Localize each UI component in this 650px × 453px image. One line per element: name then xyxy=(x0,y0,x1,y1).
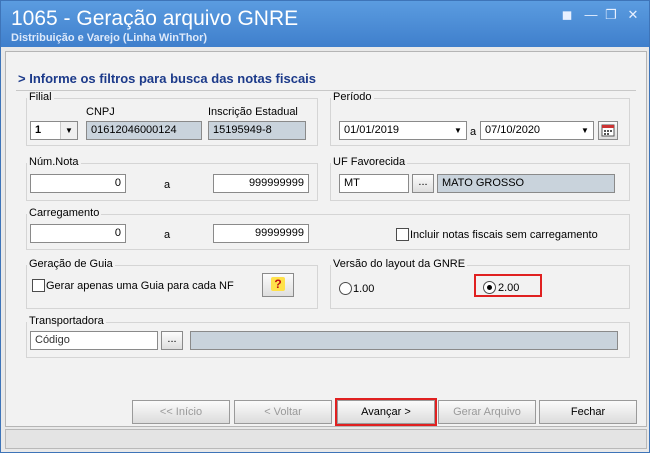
cnpj-label: CNPJ xyxy=(86,106,115,118)
section-heading: > Informe os filtros para busca das nota… xyxy=(18,71,317,86)
chevron-down-icon[interactable]: ▼ xyxy=(450,122,466,139)
title-bar[interactable]: 1065 - Geração arquivo GNRE Distribuição… xyxy=(1,1,649,47)
transportadora-title: Transportadora xyxy=(27,315,106,327)
version-2-radio[interactable] xyxy=(483,281,496,294)
version-2-label[interactable]: 2.00 xyxy=(498,282,519,294)
ie-field: 15195949-8 xyxy=(208,121,306,140)
window: 1065 - Geração arquivo GNRE Distribuição… xyxy=(0,0,650,453)
chevron-down-icon[interactable]: ▼ xyxy=(60,122,77,139)
version-1-radio[interactable] xyxy=(339,282,352,295)
window-subtitle: Distribuição e Varejo (Linha WinThor) xyxy=(11,32,208,44)
period-end-value: 07/10/2020 xyxy=(485,124,541,136)
numnota-from-field[interactable]: 0 xyxy=(30,174,126,193)
filial-title: Filial xyxy=(27,91,54,103)
calendar-icon xyxy=(601,124,615,137)
carregamento-from-field[interactable]: 0 xyxy=(30,224,126,243)
include-without-loading-checkbox[interactable] xyxy=(396,228,409,241)
gerar-arquivo-button[interactable]: Gerar Arquivo xyxy=(438,400,536,424)
carregamento-to-field[interactable]: 99999999 xyxy=(213,224,309,243)
carrier-name-field xyxy=(190,331,618,350)
filial-select[interactable]: 1 ▼ xyxy=(30,121,78,140)
carregamento-title: Carregamento xyxy=(27,207,102,219)
help-button[interactable]: ? xyxy=(262,273,294,297)
inicio-button[interactable]: << Início xyxy=(132,400,230,424)
window-title: 1065 - Geração arquivo GNRE xyxy=(11,7,299,30)
uf-name-field: MATO GROSSO xyxy=(437,174,615,193)
avancar-button[interactable]: Avançar > xyxy=(337,400,435,424)
numnota-to-field[interactable]: 999999999 xyxy=(213,174,309,193)
status-bar xyxy=(5,429,647,449)
main-panel: > Informe os filtros para busca das nota… xyxy=(5,51,647,427)
chevron-down-icon[interactable]: ▼ xyxy=(577,122,593,139)
divider xyxy=(16,90,636,91)
one-guide-per-nf-checkbox[interactable] xyxy=(32,279,45,292)
numnota-title: Núm.Nota xyxy=(27,156,81,168)
voltar-button[interactable]: < Voltar xyxy=(234,400,332,424)
uf-search-button[interactable]: ... xyxy=(412,174,434,193)
periodo-title: Período xyxy=(331,91,374,103)
period-start-field[interactable]: 01/01/2019 ▼ xyxy=(339,121,467,140)
minimize-icon[interactable]: ◼ xyxy=(559,8,575,22)
help-icon: ? xyxy=(271,277,285,291)
fechar-button[interactable]: Fechar xyxy=(539,400,637,424)
period-separator: a xyxy=(470,126,477,138)
ie-label: Inscrição Estadual xyxy=(208,106,298,118)
uf-code-field[interactable]: MT xyxy=(339,174,409,193)
restore-icon[interactable]: ❐ xyxy=(603,8,619,22)
geracao-title: Geração de Guia xyxy=(27,258,115,270)
cnpj-field: 01612046000124 xyxy=(86,121,202,140)
period-start-value: 01/01/2019 xyxy=(344,124,400,136)
filial-value: 1 xyxy=(35,124,42,136)
calendar-button[interactable] xyxy=(598,121,618,140)
carrier-code-field[interactable]: Código xyxy=(30,331,158,350)
carregamento-separator: a xyxy=(164,229,171,241)
versao-title: Versão do layout da GNRE xyxy=(331,258,468,270)
numnota-separator: a xyxy=(164,179,171,191)
minimize-button[interactable]: — xyxy=(583,8,599,22)
uf-title: UF Favorecida xyxy=(331,156,408,168)
carrier-search-button[interactable]: ... xyxy=(161,331,183,350)
period-end-field[interactable]: 07/10/2020 ▼ xyxy=(480,121,594,140)
include-without-loading-label[interactable]: Incluir notas fiscais sem carregamento xyxy=(410,229,598,241)
one-guide-per-nf-label[interactable]: Gerar apenas uma Guia para cada NF xyxy=(46,280,234,292)
close-icon[interactable]: ✕ xyxy=(625,8,641,22)
version-1-label[interactable]: 1.00 xyxy=(353,283,374,295)
